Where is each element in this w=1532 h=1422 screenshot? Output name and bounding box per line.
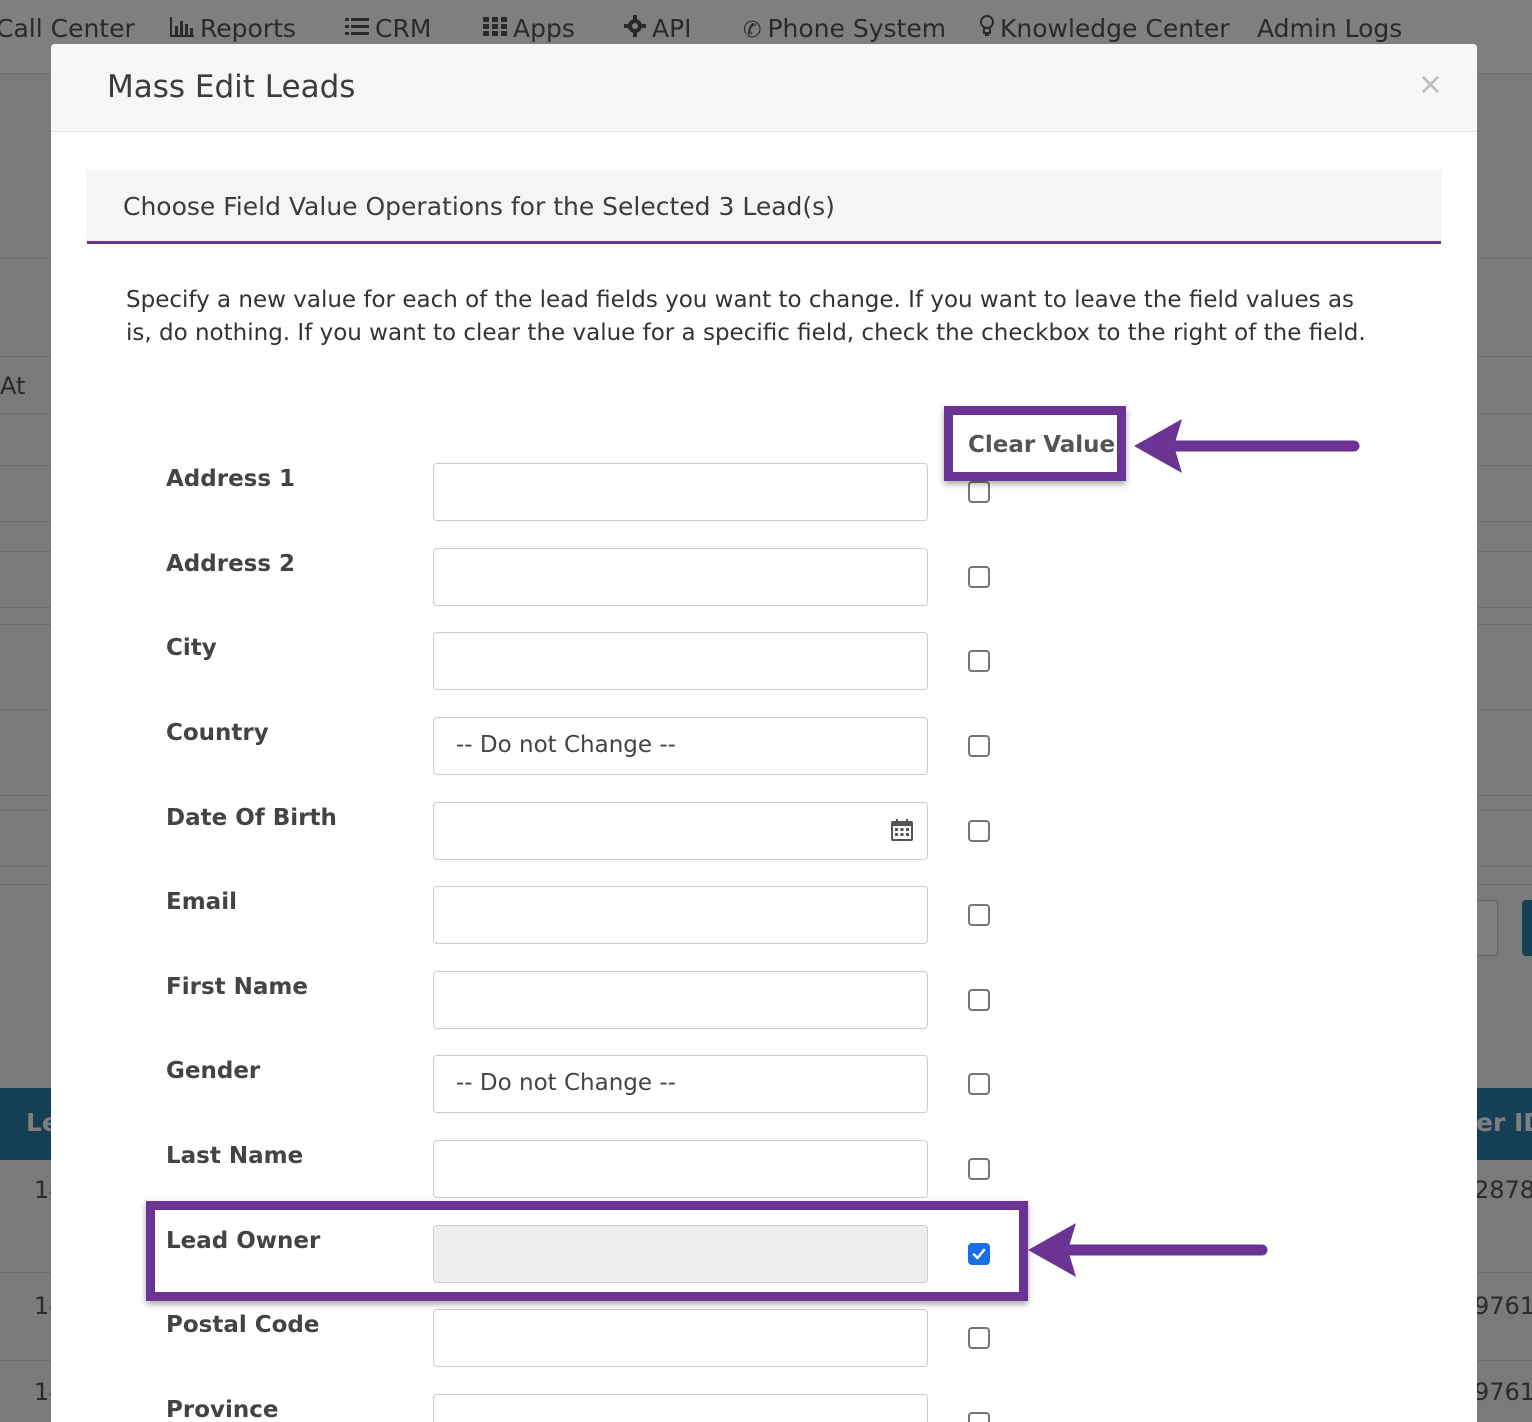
last-name-input[interactable] — [433, 1140, 928, 1198]
postal-code-input[interactable] — [433, 1309, 928, 1367]
date-of-birth-label: Date Of Birth — [166, 805, 337, 831]
modal-header: Mass Edit Leads × — [51, 44, 1477, 132]
country-label: Country — [166, 720, 269, 746]
address-2-clear-checkbox[interactable] — [968, 566, 990, 588]
arrow-left-icon — [1134, 419, 1360, 473]
close-icon[interactable]: × — [1418, 70, 1443, 100]
email-clear-checkbox[interactable] — [968, 904, 990, 926]
country-select-value: -- Do not Change -- — [456, 732, 676, 758]
address-2-label: Address 2 — [166, 551, 296, 577]
country-clear-checkbox[interactable] — [968, 735, 990, 757]
clear-value-highlight-box — [944, 406, 1126, 481]
email-input[interactable] — [433, 886, 928, 944]
city-clear-checkbox[interactable] — [968, 650, 990, 672]
gender-select-value: -- Do not Change -- — [456, 1070, 676, 1096]
instructions-text: Specify a new value for each of the lead… — [126, 287, 1366, 346]
date-of-birth-input[interactable] — [433, 802, 928, 860]
country-select[interactable]: -- Do not Change -- — [433, 717, 928, 775]
postal-code-label: Postal Code — [166, 1312, 320, 1338]
city-label: City — [166, 635, 217, 661]
modal-title: Mass Edit Leads — [107, 69, 356, 105]
panel-title: Choose Field Value Operations for the Se… — [123, 192, 835, 221]
postal-code-clear-checkbox[interactable] — [968, 1327, 990, 1349]
email-label: Email — [166, 889, 237, 915]
address-2-input[interactable] — [433, 548, 928, 606]
province-label: Province — [166, 1397, 279, 1422]
lead-owner-highlight-box — [146, 1201, 1028, 1301]
gender-select[interactable]: -- Do not Change -- — [433, 1055, 928, 1113]
date-of-birth-clear-checkbox[interactable] — [968, 820, 990, 842]
province-input[interactable] — [433, 1394, 928, 1422]
address-1-clear-checkbox[interactable] — [968, 481, 990, 503]
last-name-clear-checkbox[interactable] — [968, 1158, 990, 1180]
city-input[interactable] — [433, 632, 928, 690]
first-name-clear-checkbox[interactable] — [968, 989, 990, 1011]
province-clear-checkbox[interactable] — [968, 1412, 990, 1422]
address-1-label: Address 1 — [166, 466, 296, 492]
address-1-input[interactable] — [433, 463, 928, 521]
first-name-label: First Name — [166, 974, 308, 1000]
gender-clear-checkbox[interactable] — [968, 1073, 990, 1095]
calendar-icon[interactable] — [891, 819, 913, 841]
first-name-input[interactable] — [433, 971, 928, 1029]
last-name-label: Last Name — [166, 1143, 304, 1169]
panel-heading: Choose Field Value Operations for the Se… — [87, 170, 1441, 244]
gender-label: Gender — [166, 1058, 261, 1084]
arrow-left-icon — [1028, 1223, 1268, 1277]
